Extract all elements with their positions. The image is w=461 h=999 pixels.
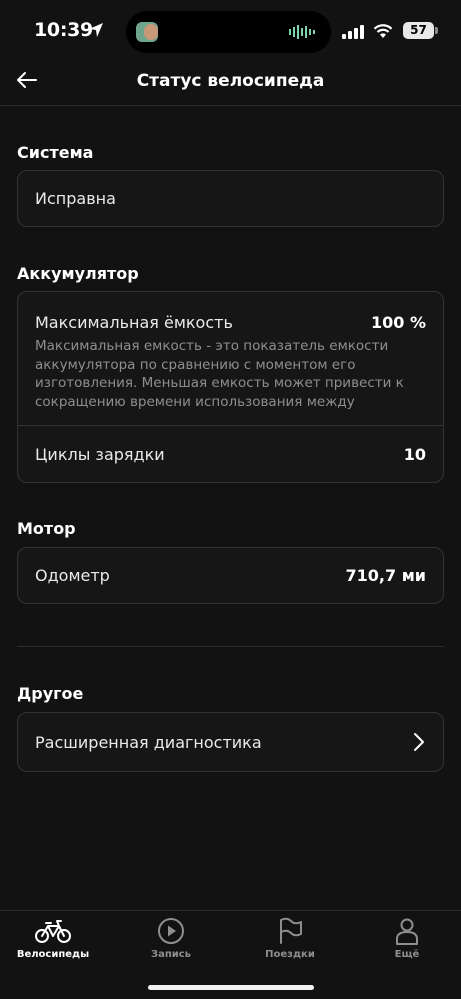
island-avatar-icon <box>136 22 158 42</box>
tab-rides[interactable]: Поездки <box>245 917 335 960</box>
battery-section-title: Аккумулятор <box>17 264 139 283</box>
cellular-signal-icon <box>342 25 364 39</box>
tab-record[interactable]: Запись <box>126 917 216 960</box>
page-title: Статус велосипеда <box>136 71 325 91</box>
system-card: Исправна <box>17 170 444 227</box>
tab-more-label: Ещё <box>394 949 420 960</box>
play-icon <box>158 918 184 944</box>
status-bar: 10:39 57 <box>0 0 461 64</box>
home-indicator[interactable] <box>148 985 314 990</box>
wifi-icon <box>373 24 393 38</box>
max-capacity-description: Максимальная емкость - это показатель ем… <box>35 338 404 410</box>
max-capacity-value: 100 % <box>371 312 426 332</box>
motor-card: Одометр 710,7 ми <box>17 547 444 604</box>
chevron-right-icon <box>414 733 424 751</box>
charge-cycles-label: Циклы зарядки <box>35 444 165 464</box>
battery-indicator: 57 <box>403 22 438 39</box>
charge-cycles-row: Циклы зарядки 10 <box>18 426 443 482</box>
other-section-title: Другое <box>17 684 84 703</box>
person-icon <box>396 918 418 945</box>
location-arrow-icon <box>89 23 103 37</box>
odometer-value: 710,7 ми <box>345 566 426 585</box>
audio-wave-icon <box>289 25 315 39</box>
tab-rides-label: Поездки <box>265 949 315 960</box>
advanced-diagnostics-label: Расширенная диагностика <box>35 732 262 752</box>
battery-card: Максимальная ёмкость 100 % Максимальная … <box>17 291 444 483</box>
dynamic-island <box>126 11 331 53</box>
max-capacity-label: Максимальная ёмкость <box>35 312 233 332</box>
section-separator <box>17 646 444 647</box>
bike-icon <box>35 920 71 943</box>
system-status-label: Исправна <box>35 189 116 208</box>
odometer-label: Одометр <box>35 566 110 585</box>
max-capacity-row: Максимальная ёмкость 100 % <box>18 311 443 333</box>
nav-header: Статус велосипеда <box>0 58 461 106</box>
tab-bikes-label: Велосипеды <box>16 949 90 960</box>
flag-icon <box>280 917 302 944</box>
tab-bikes[interactable]: Велосипеды <box>8 917 98 960</box>
tab-record-label: Запись <box>150 949 192 960</box>
odometer-row: Одометр 710,7 ми <box>18 548 443 603</box>
tab-more[interactable]: Ещё <box>362 917 452 960</box>
status-time: 10:39 <box>34 19 93 41</box>
advanced-diagnostics-button[interactable]: Расширенная диагностика <box>17 712 444 772</box>
motor-section-title: Мотор <box>17 519 76 538</box>
system-section-title: Система <box>17 143 94 162</box>
charge-cycles-value: 10 <box>403 444 426 464</box>
